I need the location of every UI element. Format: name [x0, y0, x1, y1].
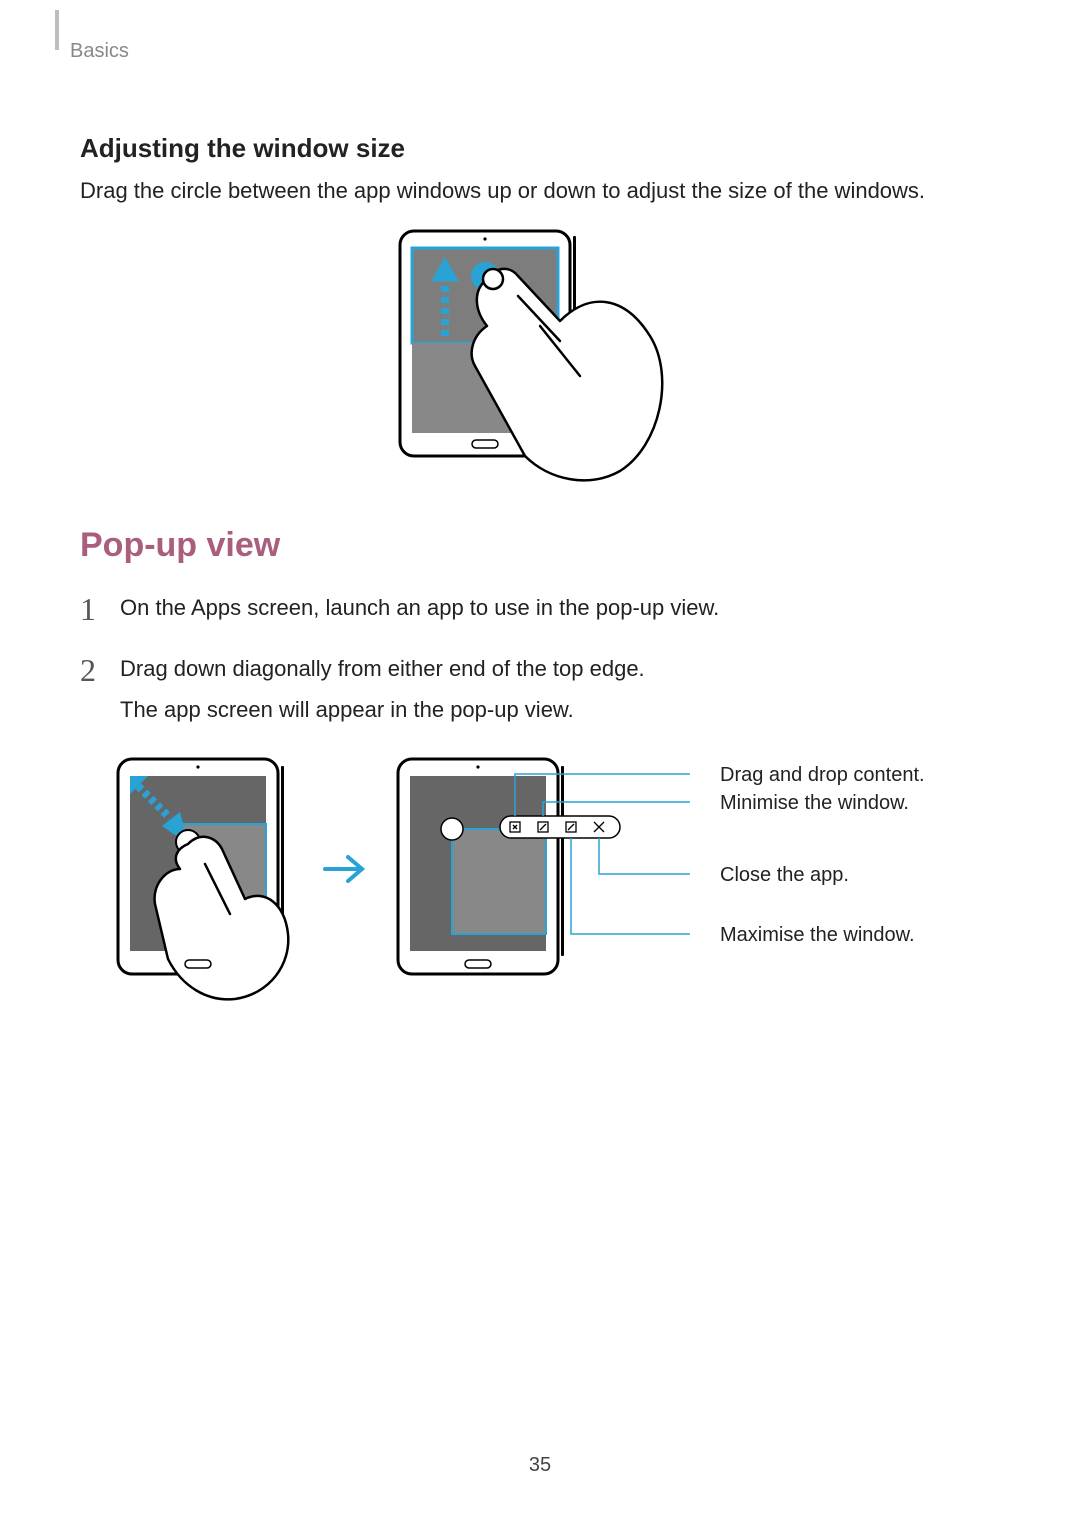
- page-number: 35: [0, 1454, 1080, 1477]
- callout-maximise: Maximise the window.: [720, 924, 915, 947]
- figure-popup-row: Drag and drop content. Minimise the wind…: [110, 754, 1000, 1014]
- step-2-extra: The app screen will appear in the pop-up…: [120, 693, 1000, 726]
- header-rule: [55, 10, 59, 50]
- callout-minimise: Minimise the window.: [720, 792, 909, 815]
- subheading-adjusting: Adjusting the window size: [80, 133, 1000, 164]
- illustration-popup-toolbar: [390, 754, 700, 1014]
- arrow-right-icon: [320, 754, 370, 1004]
- step-2: Drag down diagonally from either end of …: [80, 652, 1000, 726]
- callout-close: Close the app.: [720, 864, 849, 887]
- step-1: On the Apps screen, launch an app to use…: [80, 591, 1000, 624]
- callout-drag: Drag and drop content.: [720, 764, 925, 787]
- callout-column: Drag and drop content. Minimise the wind…: [720, 754, 950, 1014]
- illustration-drag-diagonal: [110, 754, 300, 1004]
- heading-popup-view: Pop-up view: [80, 526, 1000, 565]
- adjust-description: Drag the circle between the app windows …: [80, 176, 1000, 206]
- manual-page: Basics Adjusting the window size Drag th…: [0, 0, 1080, 1527]
- step-2-text: Drag down diagonally from either end of …: [120, 656, 645, 681]
- breadcrumb: Basics: [70, 40, 1000, 63]
- step-1-text: On the Apps screen, launch an app to use…: [120, 595, 719, 620]
- figure-split-view: [80, 226, 1000, 486]
- illustration-split-view: [390, 226, 690, 486]
- steps-list: On the Apps screen, launch an app to use…: [80, 591, 1000, 726]
